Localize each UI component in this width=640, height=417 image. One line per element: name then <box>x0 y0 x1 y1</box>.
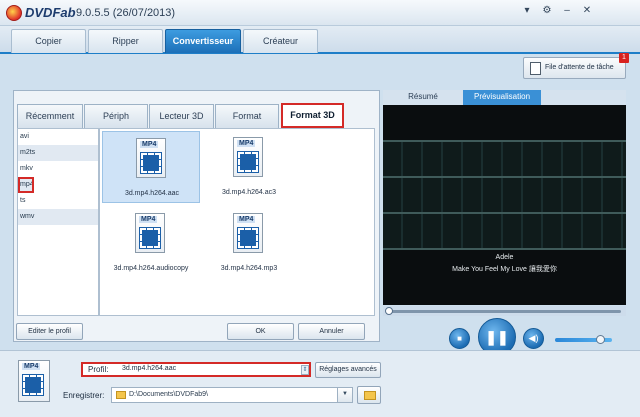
output-settings-bar <box>0 350 640 417</box>
profile-card[interactable]: MP4 3d.mp4.h264.ac3 <box>200 131 298 203</box>
tab-createur[interactable]: Créateur <box>243 29 318 53</box>
mp4-file-icon: MP4 <box>18 360 50 402</box>
profile-label: 3d.mp4.h264.mp3 <box>220 265 278 272</box>
tab-periph[interactable]: Périph <box>84 104 148 128</box>
save-label: Enregistrer: <box>63 391 105 400</box>
format-item-m2ts[interactable]: m2ts <box>18 145 98 161</box>
profile-field-value: 3d.mp4.h264.aac <box>122 365 177 372</box>
spinner-icon[interactable]: ⇕ <box>301 365 309 375</box>
advanced-settings-button[interactable]: Réglages avancés <box>315 362 381 378</box>
settings-gear-icon[interactable]: ⚙ <box>540 5 554 16</box>
task-queue-button[interactable]: File d'attente de tâche <box>523 57 626 79</box>
profile-label: 3d.mp4.h264.aac <box>124 190 180 197</box>
format-item-wmv[interactable]: wmv <box>18 209 98 225</box>
ok-button[interactable]: OK <box>227 323 294 340</box>
title-bar: DVDFab 9.0.5.5 (26/07/2013) ▾ ⚙ – ✕ <box>0 0 640 26</box>
path-dropdown-button[interactable]: ▼ <box>337 388 352 402</box>
browse-folder-button[interactable] <box>357 386 381 404</box>
preview-tab-bar: Résumé Prévisualisation <box>383 90 626 105</box>
chevron-down-icon: ▼ <box>342 391 348 397</box>
seek-bar[interactable] <box>383 306 626 316</box>
task-count-badge: 1 <box>619 53 629 63</box>
stop-button[interactable]: ■ <box>449 328 470 349</box>
close-icon[interactable]: ✕ <box>580 5 594 16</box>
video-subtitle-line1: Adele <box>495 254 514 261</box>
profile-card[interactable]: MP4 3d.mp4.h264.audiocopy <box>102 207 200 279</box>
video-frame <box>383 140 626 250</box>
menu-dropdown-icon[interactable]: ▾ <box>520 5 534 16</box>
open-folder-icon <box>364 391 376 400</box>
mp4-file-icon: MP4 <box>233 213 263 253</box>
profile-grid: MP4 3d.mp4.h264.aac MP4 3d.mp4.h264.ac3 … <box>99 128 375 316</box>
format-item-mkv[interactable]: mkv <box>18 161 98 177</box>
format-item-mp4[interactable]: mp4 <box>18 177 34 193</box>
main-tab-bar: Copier Ripper Convertisseur Créateur <box>0 26 640 54</box>
tab-copier[interactable]: Copier <box>11 29 86 53</box>
format-list: avi m2ts mkv mp4 ts wmv <box>17 128 99 316</box>
profile-label: 3d.mp4.h264.ac3 <box>221 189 277 196</box>
profile-card[interactable]: MP4 3d.mp4.h264.aac <box>102 131 200 203</box>
format-item-ts[interactable]: ts <box>18 193 98 209</box>
tab-format-3d[interactable]: Format 3D <box>281 103 344 128</box>
mp4-file-icon: MP4 <box>136 138 166 178</box>
seek-track[interactable] <box>387 310 621 313</box>
tab-ripper[interactable]: Ripper <box>88 29 163 53</box>
cancel-button[interactable]: Annuler <box>298 323 365 340</box>
video-subtitle-line2: Make You Feel My Love 讓我愛你 <box>452 266 557 273</box>
profile-card[interactable]: MP4 3d.mp4.h264.mp3 <box>200 207 298 279</box>
folder-icon <box>116 391 126 399</box>
task-list-icon <box>530 62 541 75</box>
app-name: DVDFab <box>25 5 76 20</box>
profile-selector[interactable]: Profil: 3d.mp4.h264.aac ⇕ <box>81 362 311 377</box>
seek-handle[interactable] <box>385 307 393 315</box>
stop-icon: ■ <box>457 334 462 343</box>
mp4-file-icon: MP4 <box>233 137 263 177</box>
mp4-file-icon: MP4 <box>135 213 165 253</box>
profile-field-label: Profil: <box>88 365 109 374</box>
tab-recemment[interactable]: Récemment <box>17 104 83 128</box>
speaker-icon: ◀) <box>528 333 539 343</box>
tab-convertisseur[interactable]: Convertisseur <box>165 29 241 53</box>
pause-icon: ❚❚ <box>485 329 509 345</box>
minimize-icon[interactable]: – <box>560 5 574 16</box>
tab-lecteur-3d[interactable]: Lecteur 3D <box>149 104 214 128</box>
video-preview: Adele Make You Feel My Love 讓我愛你 <box>383 105 626 305</box>
task-queue-label: File d'attente de tâche <box>545 64 614 71</box>
format-item-avi[interactable]: avi <box>18 129 98 145</box>
save-path-input[interactable]: D:\Documents\DVDFab9\ <box>111 387 353 403</box>
app-version: 9.0.5.5 (26/07/2013) <box>76 7 176 19</box>
volume-handle[interactable] <box>595 335 605 344</box>
edit-profile-button[interactable]: Editer le profil <box>16 323 83 340</box>
volume-button[interactable]: ◀) <box>523 328 544 349</box>
tab-previsualisation[interactable]: Prévisualisation <box>463 90 541 105</box>
save-path-value: D:\Documents\DVDFab9\ <box>129 391 208 398</box>
dvdfab-logo-icon <box>6 5 22 21</box>
tab-resume[interactable]: Résumé <box>383 90 463 105</box>
profile-label: 3d.mp4.h264.audiocopy <box>113 265 189 272</box>
tab-format[interactable]: Format <box>215 104 279 128</box>
